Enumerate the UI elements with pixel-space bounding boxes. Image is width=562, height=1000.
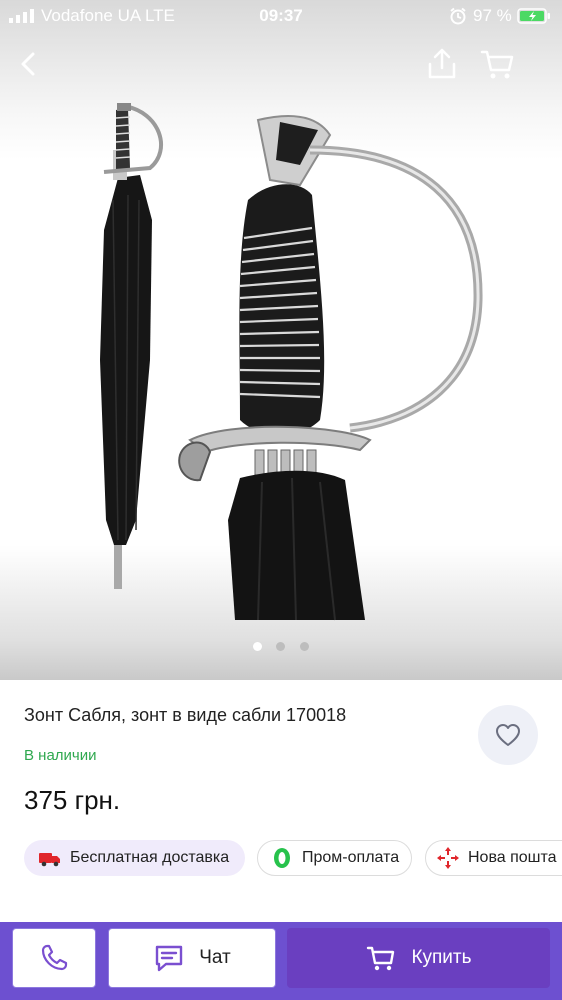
free-delivery-badge[interactable]: Бесплатная доставка [24,840,246,876]
buy-label: Купить [411,947,472,968]
carousel-dot[interactable] [300,642,309,651]
battery-percentage: 97 % [473,6,512,25]
chevron-left-icon [21,52,35,76]
product-title: Зонт Сабля, зонт в виде сабли 170018 [24,705,347,725]
cart-icon [480,50,514,79]
cart-button[interactable] [477,44,517,84]
call-button[interactable] [12,928,96,988]
status-bar: Vodafone UA LTE 09:37 97 % [0,0,562,32]
delivery-truck-icon [38,846,62,870]
buy-button[interactable]: Купить [287,928,550,988]
bottom-action-bar: Чат Купить [0,922,562,1000]
umbrella-small-illustration [100,103,163,589]
carousel-dot-active[interactable] [253,642,262,651]
product-image-carousel[interactable]: Vodafone UA LTE 09:37 97 % [0,0,562,680]
phone-icon [38,942,70,974]
prom-payment-badge[interactable]: Пром-оплата [257,840,413,876]
chat-label: Чат [199,947,231,968]
back-button[interactable] [10,44,50,84]
battery-charging-icon [517,8,550,24]
availability-status: В наличии [24,747,97,764]
product-price: 375 грн. [24,785,121,815]
prom-payment-icon [270,846,294,870]
carousel-dot[interactable] [276,642,285,651]
delivery-label: Бесплатная доставка [70,849,230,866]
chat-button[interactable]: Чат [108,928,276,988]
share-icon [428,48,456,79]
cart-icon [365,942,397,974]
prom-payment-label: Пром-оплата [302,849,400,866]
sabre-handle-illustration [178,114,483,621]
nova-poshta-icon [436,846,460,870]
favorite-button[interactable] [478,705,538,765]
carousel-indicator[interactable] [250,640,314,654]
alarm-clock-icon [450,7,466,25]
heart-icon [496,724,520,746]
nova-poshta-badge[interactable]: Нова пошта [425,840,562,876]
share-button[interactable] [422,44,462,84]
chat-bubble-icon [153,942,185,974]
product-photo [100,103,483,621]
nova-poshta-label: Нова пошта [468,849,557,866]
